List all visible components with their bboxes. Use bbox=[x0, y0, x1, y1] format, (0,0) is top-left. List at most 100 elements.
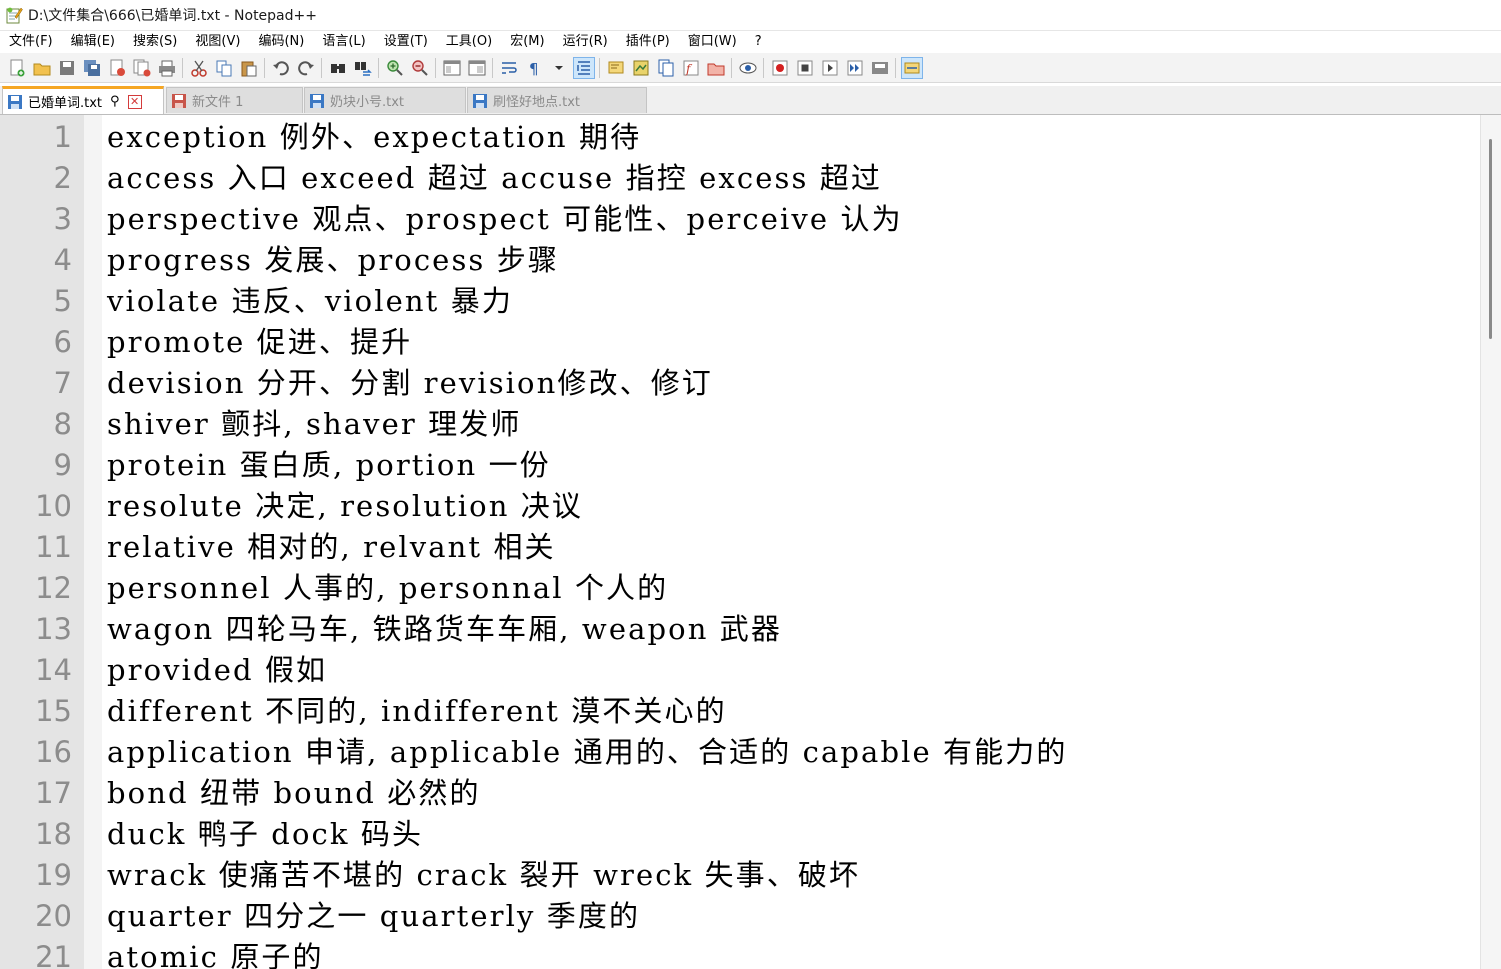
line-text[interactable]: resolute 决定, resolution 决议 bbox=[107, 486, 583, 527]
editor-line[interactable]: 16 application 申请, applicable 通用的、合适的 cap… bbox=[0, 732, 1480, 773]
line-text[interactable]: exception 例外、expectation 期待 bbox=[107, 117, 641, 158]
word-wrap-icon[interactable] bbox=[498, 57, 520, 79]
menu-run[interactable]: 运行(R) bbox=[554, 31, 617, 53]
line-text[interactable]: wrack 使痛苦不堪的 crack 裂开 wreck 失事、破坏 bbox=[107, 855, 860, 896]
editor-line[interactable]: 12 personnel 人事的, personnal 个人的 bbox=[0, 568, 1480, 609]
editor-line[interactable]: 8 shiver 颤抖, shaver 理发师 bbox=[0, 404, 1480, 445]
tab-married-words[interactable]: 已婚单词.txt ⚲ ✕ bbox=[2, 86, 164, 114]
line-text[interactable]: personnel 人事的, personnal 个人的 bbox=[107, 568, 668, 609]
replace-icon[interactable] bbox=[352, 57, 374, 79]
editor-line[interactable]: 14 provided 假如 bbox=[0, 650, 1480, 691]
menu-settings[interactable]: 设置(T) bbox=[375, 31, 437, 53]
editor-line[interactable]: 9 protein 蛋白质, portion 一份 bbox=[0, 445, 1480, 486]
menu-window[interactable]: 窗口(W) bbox=[679, 31, 746, 53]
print-icon[interactable] bbox=[156, 57, 178, 79]
line-text[interactable]: duck 鸭子 dock 码头 bbox=[107, 814, 423, 855]
menu-macro[interactable]: 宏(M) bbox=[501, 31, 553, 53]
open-file-icon[interactable] bbox=[31, 57, 53, 79]
menu-file[interactable]: 文件(F) bbox=[0, 31, 62, 53]
editor[interactable]: 1 exception 例外、expectation 期待 2 access 入口 … bbox=[0, 115, 1501, 969]
editor-line[interactable]: 10 resolute 决定, resolution 决议 bbox=[0, 486, 1480, 527]
monitoring-icon[interactable] bbox=[737, 57, 759, 79]
tab-new-file-1[interactable]: 新文件 1 bbox=[166, 87, 303, 113]
line-text[interactable]: progress 发展、process 步骤 bbox=[107, 240, 559, 281]
line-number: 10 bbox=[35, 489, 72, 523]
close-icon[interactable] bbox=[106, 57, 128, 79]
close-all-icon[interactable] bbox=[131, 57, 153, 79]
copy-icon[interactable] bbox=[213, 57, 235, 79]
show-all-chars-icon[interactable]: ¶ bbox=[523, 57, 545, 79]
editor-line[interactable]: 20 quarter 四分之一 quarterly 季度的 bbox=[0, 896, 1480, 937]
line-text[interactable]: violate 违反、violent 暴力 bbox=[107, 281, 513, 322]
doc-map-icon[interactable] bbox=[630, 57, 652, 79]
zoom-out-icon[interactable] bbox=[409, 57, 431, 79]
save-all-icon[interactable] bbox=[81, 57, 103, 79]
editor-line[interactable]: 2 access 入口 exceed 超过 accuse 指控 excess 超过 bbox=[0, 158, 1480, 199]
menu-plugins[interactable]: 插件(P) bbox=[617, 31, 679, 53]
line-text[interactable]: devision 分开、分割 revision修改、修订 bbox=[107, 363, 713, 404]
menu-bar: 文件(F) 编辑(E) 搜索(S) 视图(V) 编码(N) 语言(L) 设置(T… bbox=[0, 31, 1501, 53]
line-text[interactable]: access 入口 exceed 超过 accuse 指控 excess 超过 bbox=[107, 158, 882, 199]
editor-line[interactable]: 6 promote 促进、提升 bbox=[0, 322, 1480, 363]
menu-help[interactable]: ? bbox=[746, 31, 771, 53]
menu-view[interactable]: 视图(V) bbox=[186, 31, 249, 53]
editor-line[interactable]: 18 duck 鸭子 dock 码头 bbox=[0, 814, 1480, 855]
save-macro-icon[interactable] bbox=[869, 57, 891, 79]
menu-encoding[interactable]: 编码(N) bbox=[249, 31, 313, 53]
folder-workspace-icon[interactable] bbox=[705, 57, 727, 79]
line-text[interactable]: promote 促进、提升 bbox=[107, 322, 412, 363]
spell-check-icon[interactable] bbox=[900, 56, 923, 79]
line-text[interactable]: different 不同的, indifferent 漠不关心的 bbox=[107, 691, 727, 732]
line-text[interactable]: application 申请, applicable 通用的、合适的 capab… bbox=[107, 732, 1067, 773]
close-icon[interactable]: ✕ bbox=[127, 94, 142, 109]
editor-line[interactable]: 19 wrack 使痛苦不堪的 crack 裂开 wreck 失事、破坏 bbox=[0, 855, 1480, 896]
redo-icon[interactable] bbox=[295, 57, 317, 79]
sync-vertical-icon[interactable] bbox=[441, 57, 463, 79]
editor-line[interactable]: 17 bond 纽带 bound 必然的 bbox=[0, 773, 1480, 814]
sync-horizontal-icon[interactable] bbox=[466, 57, 488, 79]
line-text[interactable]: bond 纽带 bound 必然的 bbox=[107, 773, 481, 814]
line-text[interactable]: quarter 四分之一 quarterly 季度的 bbox=[107, 896, 640, 937]
tab-monster-spots[interactable]: 刷怪好地点.txt bbox=[467, 87, 647, 113]
menu-language[interactable]: 语言(L) bbox=[313, 31, 374, 53]
doc-list-icon[interactable] bbox=[655, 57, 677, 79]
zoom-in-icon[interactable] bbox=[384, 57, 406, 79]
tab-naikuai-alt[interactable]: 奶块小号.txt bbox=[304, 87, 466, 113]
indent-guide-icon[interactable] bbox=[572, 56, 595, 79]
editor-line[interactable]: 1 exception 例外、expectation 期待 bbox=[0, 117, 1480, 158]
line-text[interactable]: provided 假如 bbox=[107, 650, 327, 691]
find-icon[interactable] bbox=[327, 57, 349, 79]
editor-line[interactable]: 3 perspective 观点、prospect 可能性、perceive 认为 bbox=[0, 199, 1480, 240]
line-text[interactable]: atomic 原子的 bbox=[107, 937, 324, 969]
menu-search[interactable]: 搜索(S) bbox=[124, 31, 186, 53]
vertical-scrollbar[interactable] bbox=[1480, 115, 1501, 969]
new-file-icon[interactable] bbox=[6, 57, 28, 79]
paste-icon[interactable] bbox=[238, 57, 260, 79]
menu-tools[interactable]: 工具(O) bbox=[437, 31, 501, 53]
run-macro-multiple-icon[interactable] bbox=[844, 57, 866, 79]
editor-line[interactable]: 7 devision 分开、分割 revision修改、修订 bbox=[0, 363, 1480, 404]
editor-line[interactable]: 21 atomic 原子的 bbox=[0, 937, 1480, 969]
function-list-icon[interactable]: f bbox=[680, 57, 702, 79]
save-icon[interactable] bbox=[56, 57, 78, 79]
chevron-down-icon[interactable] bbox=[548, 57, 570, 79]
scrollbar-thumb[interactable] bbox=[1489, 139, 1492, 339]
pin-icon[interactable]: ⚲ bbox=[110, 94, 120, 109]
undo-icon[interactable] bbox=[270, 57, 292, 79]
play-macro-icon[interactable] bbox=[819, 57, 841, 79]
editor-line[interactable]: 15 different 不同的, indifferent 漠不关心的 bbox=[0, 691, 1480, 732]
line-text[interactable]: relative 相对的, relvant 相关 bbox=[107, 527, 556, 568]
cut-icon[interactable] bbox=[188, 57, 210, 79]
line-text[interactable]: shiver 颤抖, shaver 理发师 bbox=[107, 404, 521, 445]
record-macro-icon[interactable] bbox=[769, 57, 791, 79]
line-text[interactable]: protein 蛋白质, portion 一份 bbox=[107, 445, 551, 486]
udl-icon[interactable] bbox=[605, 57, 627, 79]
editor-line[interactable]: 4 progress 发展、process 步骤 bbox=[0, 240, 1480, 281]
editor-line[interactable]: 13 wagon 四轮马车, 铁路货车车厢, weapon 武器 bbox=[0, 609, 1480, 650]
menu-edit[interactable]: 编辑(E) bbox=[62, 31, 124, 53]
line-text[interactable]: perspective 观点、prospect 可能性、perceive 认为 bbox=[107, 199, 903, 240]
stop-macro-icon[interactable] bbox=[794, 57, 816, 79]
line-text[interactable]: wagon 四轮马车, 铁路货车车厢, weapon 武器 bbox=[107, 609, 782, 650]
editor-line[interactable]: 5 violate 违反、violent 暴力 bbox=[0, 281, 1480, 322]
editor-line[interactable]: 11 relative 相对的, relvant 相关 bbox=[0, 527, 1480, 568]
